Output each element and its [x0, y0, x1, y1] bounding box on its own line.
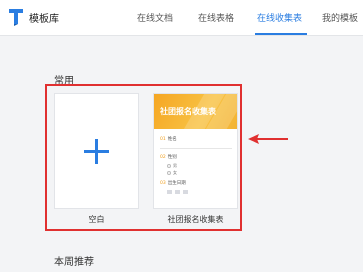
preview-field-birthdate: 03 出生日期 — [160, 181, 186, 186]
brand-title[interactable]: 模板库 — [29, 10, 59, 25]
club-signup-template-card[interactable]: 社团报名收集表 01 姓名 02 性别 男 女 03 出生日期 — [153, 93, 238, 209]
blank-card-label: 空白 — [88, 215, 105, 224]
template-preview-banner: 社团报名收集表 — [154, 94, 237, 129]
tab-online-forms[interactable]: 在线收集表 — [257, 11, 302, 24]
active-tab-indicator — [255, 33, 307, 35]
preview-field-name: 01 姓名 — [160, 137, 177, 142]
preview-option-male: 男 — [173, 163, 177, 168]
radio-icon — [167, 171, 171, 175]
radio-icon — [167, 164, 171, 168]
template-preview-title: 社团报名收集表 — [160, 107, 216, 116]
red-arrow-icon — [248, 134, 288, 144]
blank-template-card[interactable] — [54, 93, 139, 209]
tab-online-docs[interactable]: 在线文档 — [137, 11, 173, 24]
preview-option-female: 女 — [173, 170, 177, 175]
date-box-icon — [175, 190, 180, 194]
template-library-logo-icon — [9, 9, 23, 26]
preview-input-line — [160, 148, 232, 149]
section-title-weekly: 本周推荐 — [54, 257, 94, 268]
top-bar: 模板库 在线文档 在线表格 在线收集表 我的模板 — [0, 0, 363, 36]
date-box-icon — [167, 190, 172, 194]
preview-field-gender: 02 性别 — [160, 155, 177, 160]
tab-online-sheets[interactable]: 在线表格 — [198, 11, 234, 24]
date-box-icon — [183, 190, 188, 194]
tab-my-templates[interactable]: 我的模板 — [322, 11, 358, 24]
template-card-label: 社团报名收集表 — [167, 215, 224, 224]
